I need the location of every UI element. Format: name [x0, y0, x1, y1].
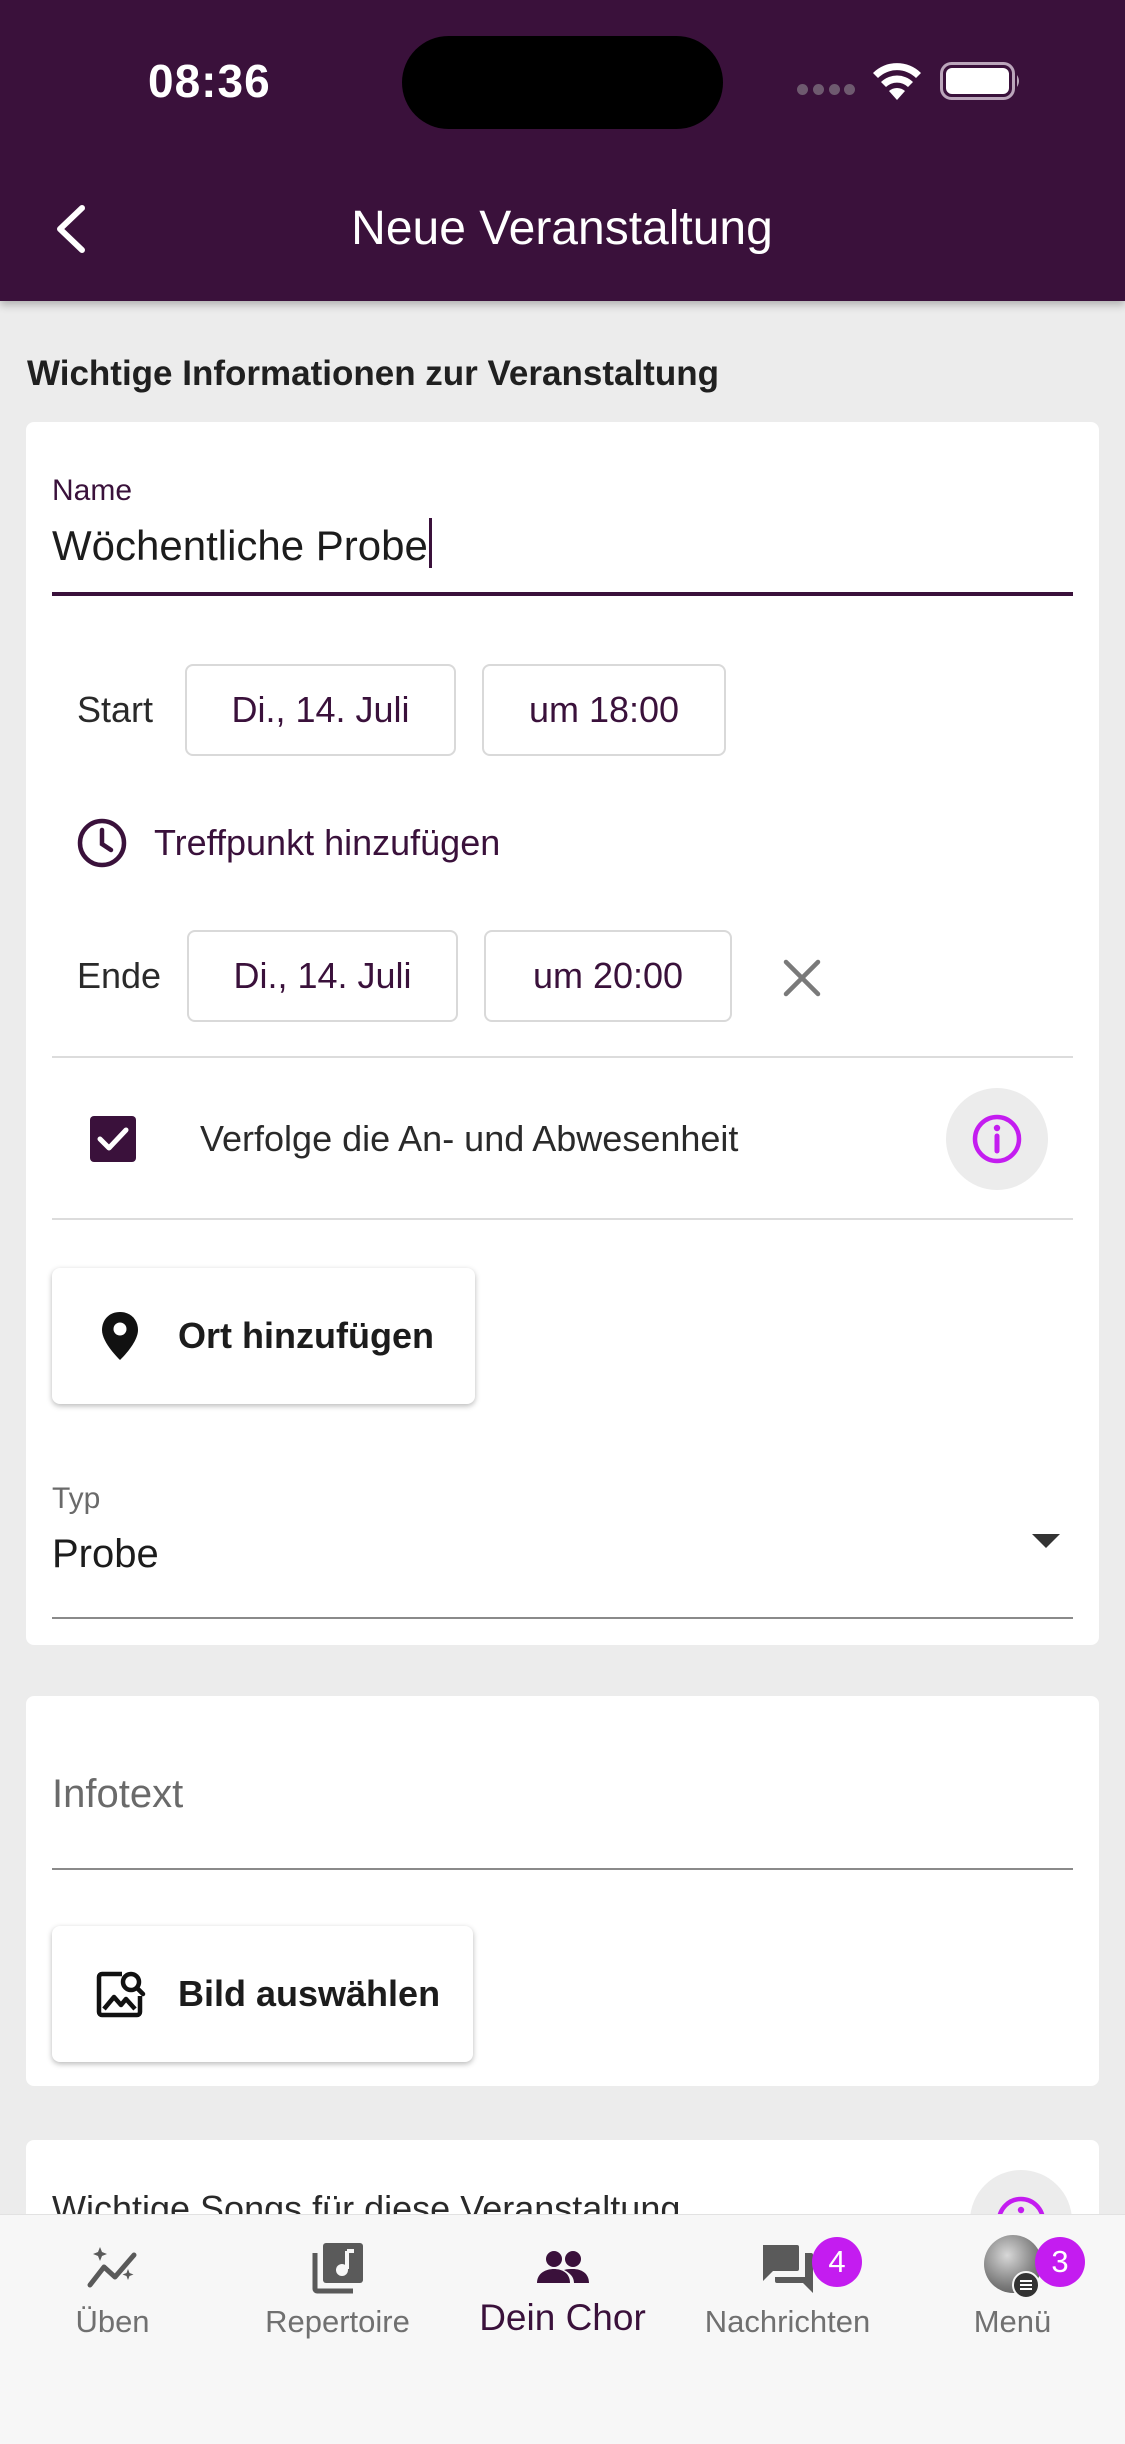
- music-library-icon: [312, 2243, 363, 2294]
- event-details-card: Name Wöchentliche Probe Start Di., 14. J…: [26, 422, 1099, 1645]
- section-heading: Wichtige Informationen zur Veranstaltung: [27, 354, 719, 393]
- status-time: 08:36: [148, 55, 271, 107]
- start-label: Start: [77, 689, 154, 730]
- infotext-input[interactable]: Infotext: [52, 1772, 183, 1817]
- wifi-icon: [873, 63, 921, 100]
- nav-label: Nachrichten: [704, 2304, 871, 2339]
- nav-item-messages[interactable]: 4 Nachrichten: [675, 2215, 900, 2415]
- messages-badge: 4: [812, 2237, 862, 2287]
- menu-icon: [1012, 2271, 1040, 2299]
- name-input-value: Wöchentliche Probe: [52, 522, 428, 569]
- add-location-button[interactable]: Ort hinzufügen: [52, 1268, 475, 1404]
- select-image-button[interactable]: Bild auswählen: [52, 1926, 473, 2062]
- attendance-checkbox[interactable]: [90, 1116, 136, 1162]
- type-field-label: Typ: [52, 1482, 101, 1515]
- name-field-label: Name: [52, 474, 133, 507]
- info-card: Infotext Bild auswählen: [26, 1696, 1099, 2086]
- app-header: 08:36 Neue Veranstaltung: [0, 0, 1125, 301]
- end-label: Ende: [77, 955, 162, 996]
- nav-item-choir[interactable]: Dein Chor: [450, 2215, 675, 2415]
- nav-label: Üben: [75, 2304, 150, 2339]
- nav-label: Dein Chor: [479, 2297, 646, 2338]
- page-title: Neue Veranstaltung: [351, 202, 773, 255]
- nav-item-repertoire[interactable]: Repertoire: [225, 2215, 450, 2415]
- end-date-button[interactable]: Di., 14. Juli: [187, 930, 458, 1022]
- divider: [52, 1218, 1073, 1220]
- practice-icon: [87, 2247, 137, 2288]
- attendance-info-button[interactable]: [946, 1088, 1048, 1190]
- divider: [52, 1056, 1073, 1058]
- dynamic-island: [402, 36, 723, 129]
- nav-item-practice[interactable]: Üben: [0, 2215, 225, 2415]
- close-icon[interactable]: [776, 952, 828, 1004]
- start-time-button[interactable]: um 18:00: [482, 664, 726, 756]
- signal-icon: [797, 84, 855, 98]
- add-meeting-point-link[interactable]: Treffpunkt hinzufügen: [154, 818, 500, 868]
- clock-icon[interactable]: [76, 817, 128, 869]
- add-location-label: Ort hinzufügen: [178, 1315, 434, 1356]
- dropdown-arrow-icon[interactable]: [1028, 1528, 1064, 1552]
- chat-icon: [763, 2245, 813, 2293]
- group-icon: [537, 2251, 589, 2283]
- battery-icon: [940, 62, 1019, 100]
- location-pin-icon: [102, 1312, 138, 1360]
- info-icon: [972, 1114, 1022, 1164]
- type-select-value[interactable]: Probe: [52, 1532, 159, 1577]
- image-search-icon: [96, 1971, 146, 2018]
- menu-badge: 3: [1035, 2237, 1085, 2287]
- name-input-underline: [52, 592, 1073, 596]
- back-arrow-icon[interactable]: [46, 196, 96, 262]
- infotext-underline: [52, 1868, 1073, 1870]
- name-input[interactable]: Wöchentliche Probe: [52, 518, 432, 570]
- attendance-label: Verfolge die An- und Abwesenheit: [200, 1118, 739, 1159]
- nav-label: Menü: [973, 2304, 1052, 2339]
- checkmark-icon: [97, 1127, 129, 1151]
- start-date-button[interactable]: Di., 14. Juli: [185, 664, 456, 756]
- end-time-button[interactable]: um 20:00: [484, 930, 732, 1022]
- bottom-navigation: Üben Repertoire Dein Chor 4 Nachrichten: [0, 2214, 1125, 2444]
- nav-item-menu[interactable]: 3 Menü: [900, 2215, 1125, 2415]
- nav-label: Repertoire: [265, 2304, 410, 2339]
- type-select-underline: [52, 1617, 1073, 1619]
- text-cursor: [428, 518, 432, 568]
- select-image-label: Bild auswählen: [178, 1973, 441, 2014]
